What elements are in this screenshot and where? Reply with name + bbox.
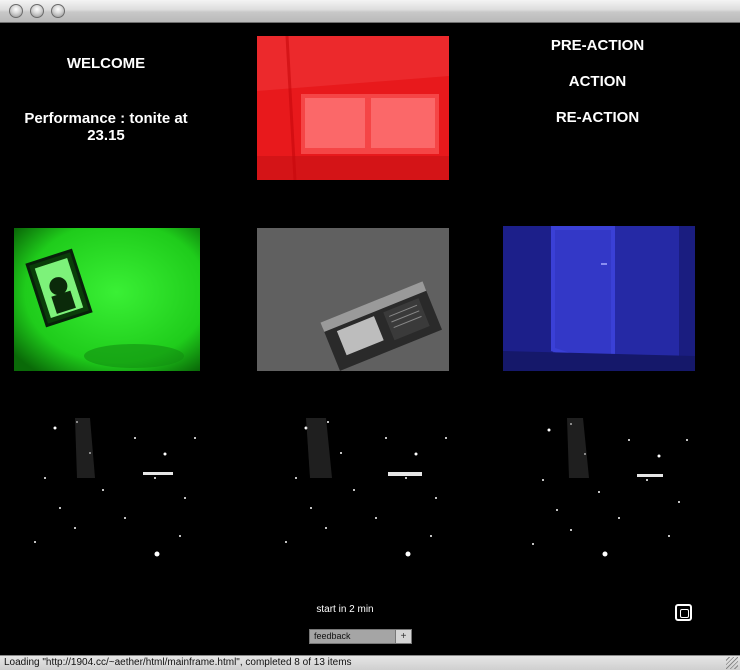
feedback-field[interactable]: feedback + [309,629,412,644]
page-content: WELCOME Performance : tonite at 23.15 PR… [0,24,740,655]
dark-video-frame-1[interactable] [15,418,205,560]
dark-video-frame-3[interactable] [519,418,695,560]
feedback-label[interactable]: feedback [310,630,395,643]
re-action-link[interactable]: RE-ACTION [520,109,675,126]
action-link[interactable]: ACTION [520,73,675,90]
welcome-heading: WELCOME [66,55,146,72]
resize-grip-icon[interactable] [726,657,738,669]
status-bar: Loading "http://1904.cc/~aether/html/mai… [0,655,740,670]
performance-text: Performance : tonite at 23.15 [24,110,188,144]
feedback-add-button[interactable]: + [395,630,411,643]
dark-video-frame-2[interactable] [266,418,456,560]
window-minimize-icon[interactable] [30,4,44,18]
status-text: Loading "http://1904.cc/~aether/html/mai… [4,657,352,668]
pre-action-link[interactable]: PRE-ACTION [520,37,675,54]
window-close-icon[interactable] [9,4,23,18]
window-titlebar [0,0,740,23]
window-zoom-icon[interactable] [51,4,65,18]
blue-door-image[interactable] [503,226,695,371]
start-countdown-text: start in 2 min [316,604,374,615]
gray-recorder-image[interactable] [257,228,449,371]
red-window-image[interactable] [257,36,449,180]
fullscreen-icon[interactable] [675,604,692,621]
green-mirror-image[interactable] [14,228,200,371]
